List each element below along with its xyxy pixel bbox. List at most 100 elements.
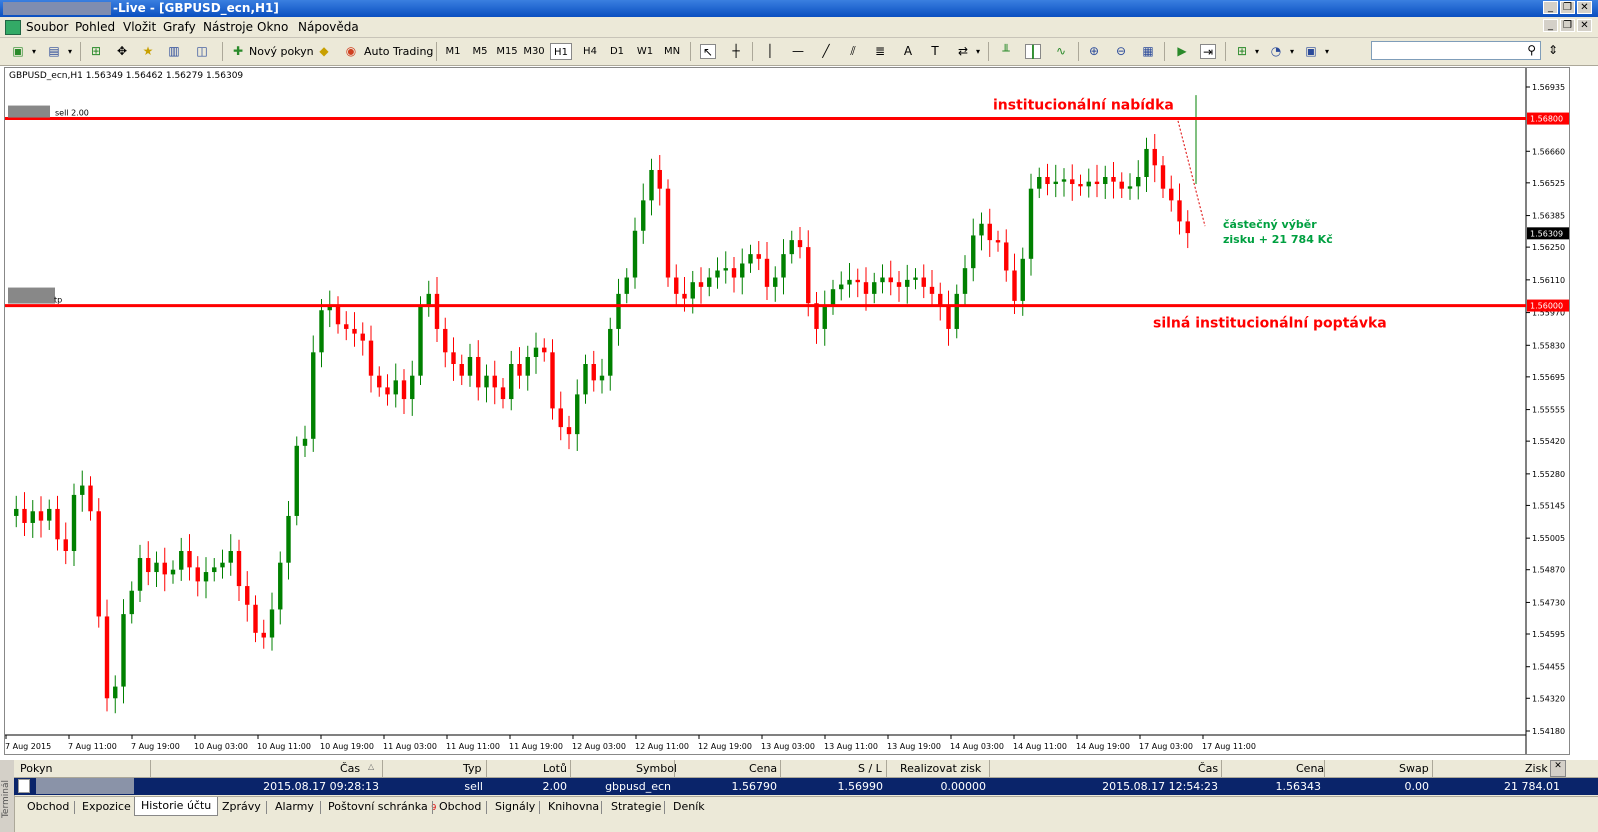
close-panel-icon[interactable]: ✕ xyxy=(1550,760,1566,777)
col-close-time[interactable]: Čas xyxy=(1198,762,1218,775)
metaeditor-icon[interactable]: ◆ xyxy=(316,44,332,59)
indicators-icon[interactable]: ⊞ xyxy=(1234,44,1250,59)
tab-signals[interactable]: Signály xyxy=(495,799,535,815)
tf-m15[interactable]: M15 xyxy=(496,43,518,60)
child-restore-button[interactable]: ❐ xyxy=(1560,19,1575,32)
child-close-button[interactable]: ✕ xyxy=(1577,19,1592,32)
col-time[interactable]: Čas xyxy=(340,762,360,775)
dropdown-arrow-icon[interactable]: ▾ xyxy=(26,44,42,59)
dropdown-arrow-icon[interactable]: ▾ xyxy=(970,44,986,59)
col-sl[interactable]: S / L xyxy=(858,762,882,775)
new-chart-icon[interactable]: ▣ xyxy=(10,44,26,59)
crosshair-icon[interactable]: ┼ xyxy=(728,44,744,59)
tab-trade[interactable]: Obchod xyxy=(27,799,69,815)
menu-tools[interactable]: Nástroje xyxy=(203,20,253,34)
minimize-button[interactable]: _ xyxy=(1543,1,1558,14)
tf-w1[interactable]: W1 xyxy=(634,43,656,60)
autoscroll-icon[interactable]: ▶ xyxy=(1174,44,1190,59)
arrows-icon[interactable]: ⇄ xyxy=(955,44,971,59)
tf-m1[interactable]: M1 xyxy=(442,43,464,60)
chart-window-icon[interactable] xyxy=(5,20,21,35)
dropdown-arrow-icon[interactable]: ▾ xyxy=(1249,44,1265,59)
cursor-icon[interactable]: ↖ xyxy=(700,44,716,59)
dropdown-arrow-icon[interactable]: ▾ xyxy=(1284,44,1300,59)
x-tick-label: 12 Aug 03:00 xyxy=(572,742,626,751)
x-tick-label: 14 Aug 03:00 xyxy=(950,742,1004,751)
market-watch-icon[interactable]: ⊞ xyxy=(88,44,104,59)
candle-body xyxy=(1160,165,1166,189)
strategy-tester-icon[interactable]: ◫ xyxy=(194,44,210,59)
fibonacci-icon[interactable]: ≣ xyxy=(872,44,888,59)
tab-mailbox[interactable]: Poštovní schránka 9 xyxy=(328,799,436,815)
tf-m5[interactable]: M5 xyxy=(469,43,491,60)
new-order-icon[interactable]: ✚ xyxy=(230,44,246,59)
candle-body xyxy=(641,200,646,231)
tf-h4[interactable]: H4 xyxy=(579,43,601,60)
menu-help[interactable]: Nápověda xyxy=(298,20,359,34)
templates-icon[interactable]: ▣ xyxy=(1303,44,1319,59)
bar-chart-icon[interactable]: ╨ xyxy=(998,44,1014,59)
level-price-label: 1.56000 xyxy=(1530,302,1563,311)
restore-button[interactable]: ❐ xyxy=(1560,1,1575,14)
tab-account-history[interactable]: Historie účtu xyxy=(134,797,219,816)
search-input[interactable]: ⚲ xyxy=(1371,41,1541,60)
dropdown-arrow-icon[interactable]: ▾ xyxy=(1319,44,1335,59)
line-chart-icon[interactable]: ∿ xyxy=(1053,44,1069,59)
terminal-side-tab[interactable]: Terminál xyxy=(0,760,15,832)
auto-trading-button[interactable]: Auto Trading xyxy=(364,42,433,61)
tab-experts[interactable]: Strategie xyxy=(611,799,661,815)
menu-insert[interactable]: Vložit xyxy=(123,20,156,34)
tab-exposure[interactable]: Expozice xyxy=(82,799,131,815)
trendline-icon[interactable]: ╱ xyxy=(818,44,834,59)
tile-windows-icon[interactable]: ▦ xyxy=(1140,44,1156,59)
col-profit[interactable]: Zisk xyxy=(1525,762,1548,775)
price-chart[interactable]: 1.56935 1.56660 1.56525 1.56385 1.56250 1.561… xyxy=(4,67,1570,755)
vertical-line-icon[interactable]: │ xyxy=(762,44,778,59)
tf-m30[interactable]: M30 xyxy=(523,43,545,60)
menu-window[interactable]: Okno xyxy=(257,20,288,34)
profiles-icon[interactable]: ▤ xyxy=(46,44,62,59)
col-close-price[interactable]: Cena xyxy=(1296,762,1324,775)
candle-body xyxy=(47,508,52,521)
pin-icon[interactable]: ⇕ xyxy=(1548,43,1558,57)
terminal-icon[interactable]: ▥ xyxy=(166,44,182,59)
data-window-icon[interactable]: ★ xyxy=(140,44,156,59)
table-row[interactable]: 2015.08.17 09:28:13 sell 2.00 gbpusd_ecn… xyxy=(14,778,1598,795)
col-type[interactable]: Typ xyxy=(463,762,482,775)
close-button[interactable]: ✕ xyxy=(1577,1,1592,14)
candlestick-icon[interactable]: ┃ xyxy=(1025,44,1041,59)
col-tp[interactable]: Realizovat zisk xyxy=(900,762,981,775)
menu-file[interactable]: Soubor xyxy=(26,20,68,34)
col-symbol[interactable]: Symbol xyxy=(636,762,677,775)
tab-journal[interactable]: Deník xyxy=(673,799,705,815)
text-label-icon[interactable]: T xyxy=(927,44,943,59)
periods-icon[interactable]: ◔ xyxy=(1268,44,1284,59)
candle-body xyxy=(393,380,398,395)
new-order-button[interactable]: Nový pokyn xyxy=(249,42,314,61)
tf-d1[interactable]: D1 xyxy=(606,43,628,60)
chart-shift-icon[interactable]: ⇥ xyxy=(1200,44,1216,59)
tab-market[interactable]: Obchod xyxy=(439,799,481,815)
col-lots[interactable]: Lotů xyxy=(543,762,567,775)
zoom-out-icon[interactable]: ⊖ xyxy=(1113,44,1129,59)
col-swap[interactable]: Swap xyxy=(1399,762,1429,775)
horizontal-line-icon[interactable]: — xyxy=(790,44,806,59)
menu-charts[interactable]: Grafy xyxy=(163,20,196,34)
tf-h1[interactable]: H1 xyxy=(550,43,572,60)
dropdown-arrow-icon[interactable]: ▾ xyxy=(62,44,78,59)
tf-mn[interactable]: MN xyxy=(661,43,683,60)
navigator-icon[interactable]: ✥ xyxy=(114,44,130,59)
auto-trading-icon[interactable]: ◉ xyxy=(343,44,359,59)
channel-icon[interactable]: ⫽ xyxy=(845,44,861,59)
col-order[interactable]: Pokyn xyxy=(20,762,52,775)
tab-library[interactable]: Knihovna xyxy=(548,799,599,815)
menu-view[interactable]: Pohled xyxy=(75,20,115,34)
col-price[interactable]: Cena xyxy=(749,762,777,775)
tab-alerts[interactable]: Alarmy xyxy=(275,799,314,815)
tab-news[interactable]: Zprávy xyxy=(222,799,261,815)
search-icon[interactable]: ⚲ xyxy=(1527,43,1536,57)
child-minimize-button[interactable]: _ xyxy=(1543,19,1558,32)
zoom-in-icon[interactable]: ⊕ xyxy=(1086,44,1102,59)
text-icon[interactable]: A xyxy=(900,44,916,59)
candle-body xyxy=(1177,200,1182,222)
